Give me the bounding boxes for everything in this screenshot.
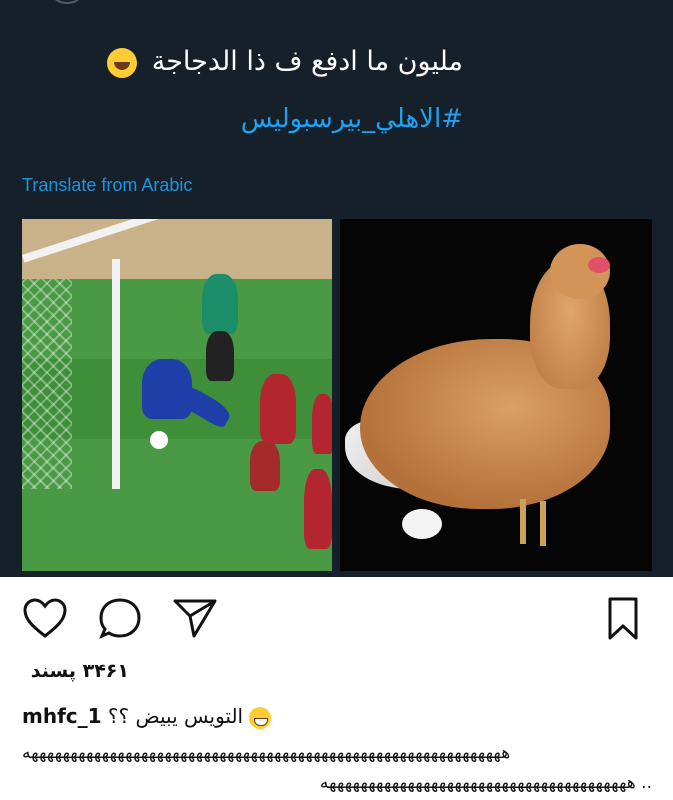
referee-figure bbox=[202, 274, 238, 334]
referee-legs bbox=[206, 331, 234, 381]
comment-bubble-icon[interactable] bbox=[98, 596, 148, 646]
red-player bbox=[260, 374, 296, 444]
grinning-emoji-icon bbox=[249, 706, 272, 729]
paper-plane-icon[interactable] bbox=[172, 596, 222, 646]
egg bbox=[402, 509, 442, 539]
translate-link[interactable]: Translate from Arabic bbox=[22, 175, 192, 196]
likes-count[interactable]: ۳۴۶۱ پسند bbox=[31, 660, 129, 682]
red-player-legs bbox=[250, 441, 280, 491]
avatar-fragment bbox=[52, 0, 82, 4]
goal-net bbox=[22, 279, 72, 489]
caption-username[interactable]: mhfc_1 bbox=[22, 704, 102, 728]
caption-text: التويس يبيض ؟؟ bbox=[107, 704, 244, 728]
stadium-track bbox=[22, 219, 332, 279]
caption-row: mhfc_1 التويس يبيض ؟؟ bbox=[22, 704, 272, 729]
post-action-bar bbox=[0, 596, 673, 646]
laughing-emoji-icon bbox=[107, 47, 138, 78]
caption-laugh-line: هههههههههههههههههههههههههههههههههههههههه… bbox=[22, 743, 511, 763]
soccer-photo[interactable] bbox=[22, 219, 332, 571]
bookmark-icon[interactable] bbox=[600, 596, 650, 646]
goal-post bbox=[112, 259, 120, 489]
chicken-comb bbox=[588, 257, 610, 273]
red-player-3 bbox=[312, 394, 332, 454]
tweet-hashtag[interactable]: #الاهلي_بيرسبوليس bbox=[241, 104, 463, 134]
heart-icon[interactable] bbox=[22, 596, 72, 646]
soccer-ball bbox=[150, 431, 168, 449]
caption-laugh-line: هههههههههههههههههههههههههههههههههههههههه… bbox=[319, 773, 652, 793]
chicken-leg bbox=[520, 499, 526, 544]
tweet-text: مليون ما ادفع ف ذا الدجاجة bbox=[107, 46, 463, 78]
red-player-2 bbox=[304, 469, 332, 549]
chicken-photo[interactable] bbox=[340, 219, 652, 571]
tweet-card: مليون ما ادفع ف ذا الدجاجة #الاهلي_بيرسب… bbox=[0, 0, 673, 577]
tweet-text-content: مليون ما ادفع ف ذا الدجاجة bbox=[151, 46, 463, 77]
chicken-leg bbox=[540, 501, 546, 546]
